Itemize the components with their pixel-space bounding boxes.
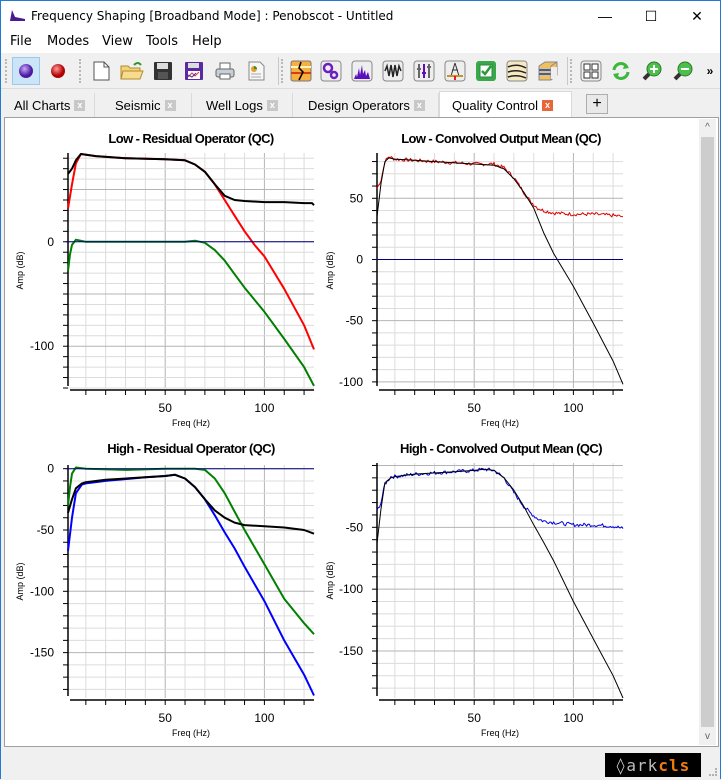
y-tick-label: 0 — [47, 462, 54, 476]
x-axis-label: Freq (Hz) — [481, 418, 519, 428]
y-tick-label: -100 — [339, 375, 363, 389]
y-tick-label: -50 — [346, 314, 364, 328]
y-tick-label: -150 — [30, 646, 54, 660]
y-axis-label: Amp (dB) — [325, 251, 335, 289]
chart-high-convolved-output-mean: 50 100 -50 -100 -150 High - Convolved Output … — [325, 441, 624, 738]
chart-low-residual-operator: 50 100 0 -100 Low - Residual Operator (QC) Fr… — [15, 131, 315, 428]
x-tick-label: 50 — [468, 711, 482, 725]
series-line-black — [376, 157, 624, 385]
app-window: Frequency Shaping [Broadband Mode] : Pen… — [0, 0, 721, 779]
x-tick-label: 100 — [563, 711, 583, 725]
chevron-up-icon: ^ — [705, 122, 710, 133]
y-tick-label: -50 — [346, 520, 364, 534]
chart-title: Low - Residual Operator (QC) — [108, 131, 273, 146]
logo-text-ark: ark — [626, 755, 659, 775]
y-tick-label: -150 — [339, 644, 363, 658]
logo-diamond-icon: ◊ — [615, 755, 627, 775]
scroll-down-button[interactable]: v — [699, 728, 716, 745]
qc-charts: 50 100 0 -100 Low - Residual Operator (QC) Fr… — [15, 131, 624, 738]
y-tick-label: -50 — [37, 523, 55, 537]
y-tick-label: 0 — [356, 252, 363, 266]
series-line-green — [67, 238, 315, 387]
logo-text-cls: cls — [658, 755, 691, 775]
status-bar: ◊ ark cls — [1, 748, 720, 779]
y-axis-label: Amp (dB) — [325, 561, 335, 599]
chart-title: Low - Convolved Output Mean (QC) — [401, 131, 601, 146]
x-tick-label: 100 — [563, 401, 583, 415]
y-tick-label: 0 — [47, 235, 54, 249]
y-tick-label: 50 — [350, 191, 364, 205]
x-tick-label: 100 — [254, 401, 274, 415]
scroll-up-button[interactable]: ^ — [699, 119, 716, 136]
chart-low-convolved-output-mean: 50 100 50 0 -50 -100 Low - Convolved Output Me… — [325, 131, 624, 428]
x-axis-label: Freq (Hz) — [481, 728, 519, 738]
y-tick-label: -100 — [30, 339, 54, 353]
y-tick-label: -100 — [339, 582, 363, 596]
series-line-red — [376, 156, 624, 218]
series-line-black — [67, 473, 315, 535]
scrollbar-thumb[interactable] — [701, 137, 714, 727]
y-axis-label: Amp (dB) — [15, 562, 25, 600]
y-axis-label: Amp (dB) — [15, 251, 25, 289]
arkcls-logo: ◊ ark cls — [605, 753, 701, 777]
x-tick-label: 50 — [468, 401, 482, 415]
x-tick-label: 100 — [254, 711, 274, 725]
y-tick-label: -100 — [30, 584, 54, 598]
chart-high-residual-operator: 50 100 0 -50 -100 -150 High - Residual Operato… — [15, 441, 315, 738]
series-line-red — [67, 153, 315, 350]
chart-title: High - Convolved Output Mean (QC) — [400, 441, 602, 456]
x-tick-label: 50 — [159, 711, 173, 725]
chart-title: High - Residual Operator (QC) — [107, 441, 275, 456]
x-axis-label: Freq (Hz) — [172, 728, 210, 738]
x-tick-label: 50 — [159, 401, 173, 415]
chevron-down-icon: v — [705, 731, 710, 742]
resize-grip[interactable] — [709, 768, 717, 776]
x-axis-label: Freq (Hz) — [172, 418, 210, 428]
vertical-scrollbar[interactable]: ^ v — [699, 119, 716, 745]
series-line-blue — [376, 467, 624, 529]
series-line-green — [67, 466, 315, 635]
